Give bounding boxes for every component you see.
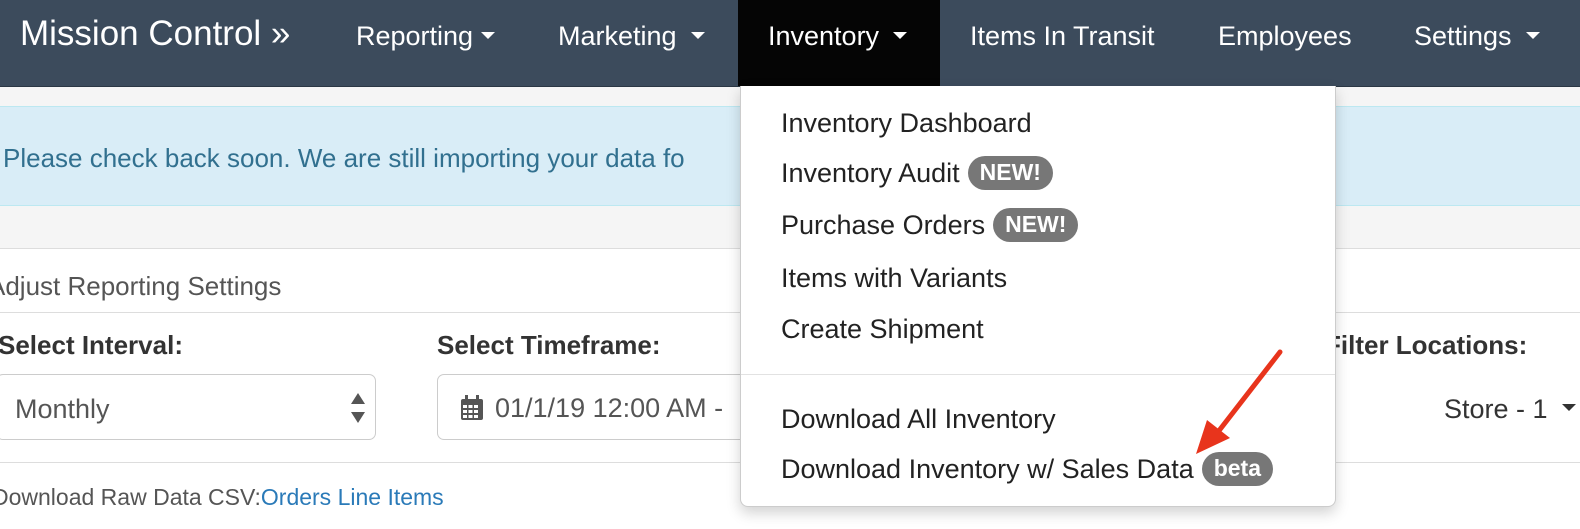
locations-value: Store - 1 [1444, 394, 1548, 424]
brand-title[interactable]: Mission Control » [20, 14, 290, 54]
chevron-down-icon [1525, 32, 1540, 40]
interval-select[interactable]: Monthly [0, 374, 376, 440]
select-updown-icon [351, 393, 365, 423]
nav-inventory-label: Inventory [768, 21, 880, 51]
menu-item-label: Purchase Orders [781, 210, 986, 241]
timeframe-label: Select Timeframe: [437, 330, 661, 360]
panel-heading: Adjust Reporting Settings [0, 271, 282, 301]
nav-marketing-label: Marketing [558, 21, 677, 51]
new-badge: NEW! [993, 208, 1079, 242]
menu-item-label: Inventory Audit [781, 158, 960, 189]
nav-marketing[interactable]: Marketing [558, 0, 705, 86]
menu-item-label: Create Shipment [781, 314, 984, 344]
nav-reporting[interactable]: Reporting [356, 0, 496, 86]
interval-value: Monthly [15, 394, 110, 424]
nav-reporting-label: Reporting [356, 21, 474, 51]
raw-data-download: Download Raw Data CSV:Orders Line Items [0, 484, 444, 511]
nav-employees[interactable]: Employees [1218, 0, 1352, 86]
chevron-down-icon [1562, 404, 1576, 411]
menu-item-purchase-orders[interactable]: Purchase Orders NEW! [781, 208, 1079, 244]
menu-item-label: Download All Inventory [781, 404, 1056, 434]
menu-item-label: Inventory Dashboard [781, 108, 1032, 138]
timeframe-value: 01/1/19 12:00 AM - [495, 393, 724, 423]
menu-item-label: Items with Variants [781, 263, 1008, 293]
nav-items-in-transit-label: Items In Transit [970, 21, 1155, 51]
menu-item-inventory-audit[interactable]: Inventory Audit NEW! [781, 156, 1053, 192]
menu-item-download-all-inventory[interactable]: Download All Inventory [781, 404, 1056, 435]
nav-inventory[interactable]: Inventory [738, 0, 940, 86]
locations-select[interactable]: Store - 1 [1444, 394, 1548, 425]
top-navbar: Mission Control » Reporting Marketing In… [0, 0, 1580, 87]
nav-items-in-transit[interactable]: Items In Transit [970, 0, 1155, 86]
menu-item-label: Download Inventory w/ Sales Data [781, 454, 1194, 485]
menu-item-items-with-variants[interactable]: Items with Variants [781, 263, 1007, 294]
menu-item-inventory-dashboard[interactable]: Inventory Dashboard [781, 108, 1032, 139]
timeframe-input[interactable]: 01/1/19 12:00 AM - [437, 374, 777, 440]
chevron-down-icon [690, 32, 705, 40]
nav-settings[interactable]: Settings [1414, 0, 1540, 86]
new-badge: NEW! [967, 156, 1053, 190]
nav-settings-label: Settings [1414, 21, 1512, 51]
red-arrow-icon [1196, 349, 1283, 454]
chevron-down-icon [893, 32, 908, 40]
alert-text: Please check back soon. We are still imp… [3, 143, 685, 173]
calendar-icon [461, 395, 483, 420]
nav-employees-label: Employees [1218, 21, 1352, 51]
menu-item-create-shipment[interactable]: Create Shipment [781, 314, 984, 345]
chevron-down-icon [481, 32, 496, 40]
interval-label: Select Interval: [0, 330, 183, 360]
orders-line-items-link[interactable]: Orders Line Items [261, 484, 444, 510]
raw-data-label: Download Raw Data CSV: [0, 484, 261, 510]
locations-label: Filter Locations: [1325, 330, 1528, 360]
